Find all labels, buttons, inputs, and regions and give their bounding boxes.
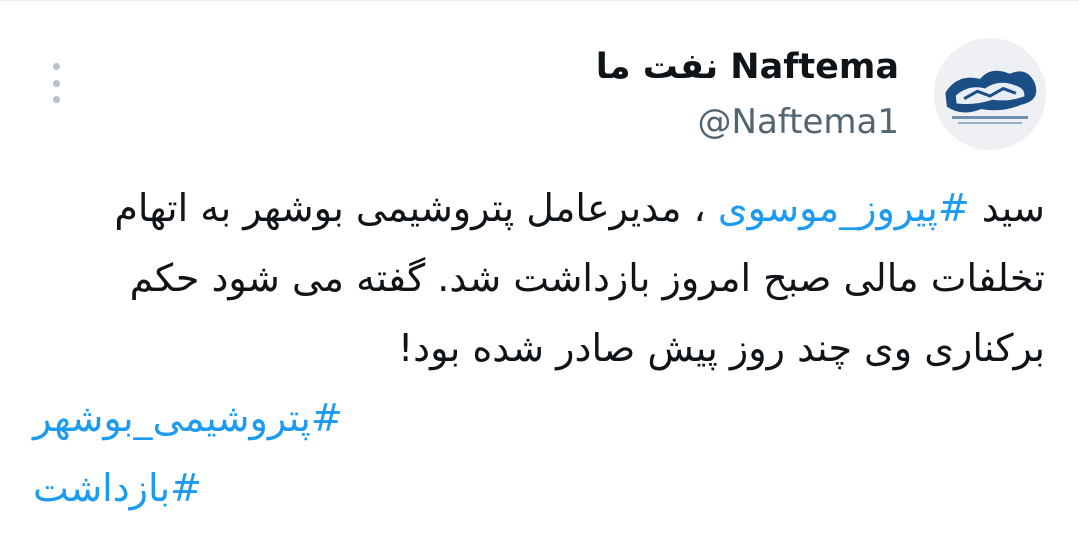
hashtag-link[interactable]: #بازداشت bbox=[33, 466, 202, 510]
more-dot bbox=[52, 96, 60, 103]
hashtag-link[interactable]: #پیروز_موسوی bbox=[718, 186, 970, 230]
avatar[interactable] bbox=[934, 38, 1046, 150]
hashtag-line: #بازداشت bbox=[33, 453, 1045, 523]
hashtag-line: #پتروشیمی_بوشهر bbox=[33, 383, 1045, 453]
more-dot bbox=[52, 79, 60, 87]
tweet-paragraph: سید #پیروز_موسوی ، مدیرعامل پتروشیمی بوش… bbox=[33, 173, 1045, 383]
tweet-text: سید #پیروز_موسوی ، مدیرعامل پتروشیمی بوش… bbox=[33, 173, 1045, 523]
author-handle[interactable]: @Naftema1 bbox=[596, 97, 899, 147]
text-segment: سید bbox=[969, 186, 1045, 230]
author-names: نفت ما Naftema @Naftema1 bbox=[596, 41, 899, 147]
tweet-card: نفت ما Naftema @Naftema1 سید #پیروز_موسو… bbox=[0, 0, 1079, 541]
more-options-button[interactable] bbox=[44, 63, 68, 103]
more-dot bbox=[52, 63, 60, 70]
author-display-name[interactable]: نفت ما Naftema bbox=[596, 41, 899, 93]
hashtag-link[interactable]: #پتروشیمی_بوشهر bbox=[33, 396, 343, 440]
naftema-logo-icon bbox=[934, 38, 1046, 150]
